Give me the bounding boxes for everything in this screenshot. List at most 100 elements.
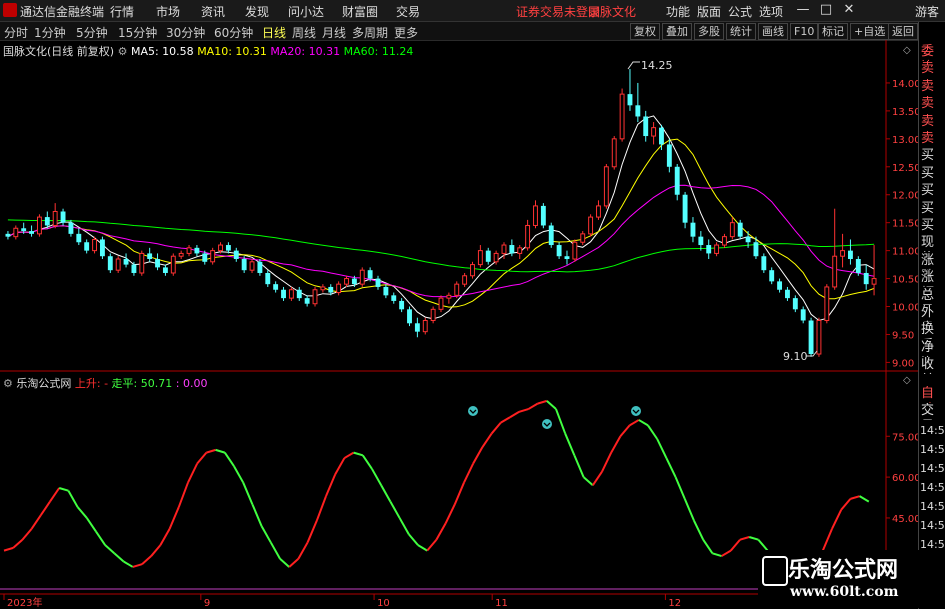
indicator-segment <box>821 528 833 552</box>
indicator-segment <box>206 448 216 454</box>
candle-body <box>320 286 326 291</box>
ma20-line <box>7 184 875 298</box>
indicator-segment <box>712 552 722 558</box>
candle-body <box>288 289 294 299</box>
candle-body <box>525 224 531 249</box>
ma10-line <box>7 138 875 308</box>
candle-body <box>596 205 601 218</box>
price-tick-label: 13.50 <box>892 107 918 118</box>
candle-body <box>509 245 515 254</box>
candle-body <box>351 278 357 285</box>
candle-body <box>446 294 452 299</box>
candle-body <box>115 258 121 271</box>
indicator-segment <box>297 541 309 560</box>
candle-body <box>548 225 554 246</box>
tick-time: 14:56 <box>920 519 945 532</box>
tick-time: 14:56 <box>920 424 945 437</box>
candle-body <box>202 253 208 262</box>
candle-body <box>706 245 712 254</box>
candle-body <box>863 272 869 285</box>
candle-body <box>666 144 672 167</box>
candle-body <box>422 319 428 333</box>
indicator-segment <box>187 463 199 483</box>
quote-label: 卖二 <box>921 113 935 131</box>
indicator-segment <box>518 408 529 413</box>
candle-body <box>745 236 751 243</box>
price-tick-label: 12.00 <box>892 191 918 202</box>
candle-body <box>682 194 688 223</box>
indicator-segment <box>233 465 245 484</box>
candle-body <box>462 275 468 285</box>
indicator-segment <box>215 448 226 454</box>
indicator-segment <box>435 522 447 541</box>
candle-body <box>414 323 420 332</box>
candle-body <box>501 244 507 254</box>
signal-marker <box>542 419 552 429</box>
candle-body <box>170 255 176 274</box>
candle-body <box>375 278 381 287</box>
indicator-segment <box>113 552 125 563</box>
indicator-segment <box>104 544 116 555</box>
candle-body <box>312 289 318 305</box>
candle-body <box>178 252 184 257</box>
candle-body <box>336 283 342 294</box>
low-label: 9.10 <box>783 350 808 363</box>
indicator-segment <box>85 517 97 533</box>
quote-label: 现价 <box>921 235 935 252</box>
indicator-segment <box>408 533 419 546</box>
indicator-segment <box>3 546 14 552</box>
indicator-segment <box>168 506 180 530</box>
diamond-icon[interactable]: ◇ <box>903 375 911 386</box>
candle-body <box>399 300 405 310</box>
candle-body <box>769 270 775 282</box>
candle-body <box>5 233 11 237</box>
candle-body <box>218 244 223 252</box>
candle-body <box>68 222 74 234</box>
indicator-segment <box>573 454 585 478</box>
signal-marker <box>631 406 641 416</box>
price-tick-label: 10.00 <box>892 303 918 314</box>
indicator-segment <box>757 539 769 552</box>
candle-body <box>21 228 27 232</box>
candle-body <box>186 247 192 254</box>
watermark-url: www.60lt.com <box>790 584 899 600</box>
candle-body <box>438 297 444 310</box>
price-tick-label: 13.00 <box>892 135 918 146</box>
candle-body <box>383 286 389 296</box>
kline-chart[interactable]: 14.00 13.50 13.00 12.50 12.00 11.50 11.00 10.50… <box>0 0 918 609</box>
date-tick-label: 9 <box>204 598 210 609</box>
candle-body <box>580 233 586 243</box>
indicator-segment <box>141 555 152 565</box>
indicator-segment <box>840 498 852 511</box>
candle-body <box>785 289 790 299</box>
auto-tab[interactable]: 自动 <box>921 386 945 403</box>
guest-user[interactable]: 游客 <box>915 3 939 20</box>
indicator-segment <box>49 487 61 503</box>
watermark-cn: 乐淘公式网 <box>788 558 899 583</box>
candle-body <box>155 259 160 268</box>
candle-body <box>603 166 609 207</box>
watermark-seal-icon <box>762 556 788 586</box>
candle-body <box>871 278 877 285</box>
candle-body <box>714 244 720 254</box>
candle-body <box>611 138 617 168</box>
indicator-segment <box>638 419 649 427</box>
indicator-segment <box>196 451 208 465</box>
diamond-icon[interactable]: ◇ <box>903 45 911 56</box>
candle-body <box>225 245 231 251</box>
candle-body <box>304 298 310 304</box>
signal-marker <box>468 406 478 416</box>
indicator-segment <box>546 400 557 410</box>
indicator-segment <box>417 544 428 552</box>
candle-body <box>800 309 806 321</box>
indicator-segment <box>702 539 714 554</box>
candle-body <box>635 105 641 117</box>
tick-time: 14:56 <box>920 481 945 494</box>
candle-body <box>194 247 200 254</box>
quote-side-panel: 委比卖五卖四卖三卖二卖一买一买二买三买四买五现价涨跌涨幅总量外盘换手净资收益 自… <box>918 22 945 609</box>
candle-body <box>281 289 286 299</box>
trade-tab[interactable]: 交易 <box>921 403 945 420</box>
indicator-segment <box>159 528 171 546</box>
indicator-segment <box>683 498 695 522</box>
indicator-segment <box>850 495 860 500</box>
